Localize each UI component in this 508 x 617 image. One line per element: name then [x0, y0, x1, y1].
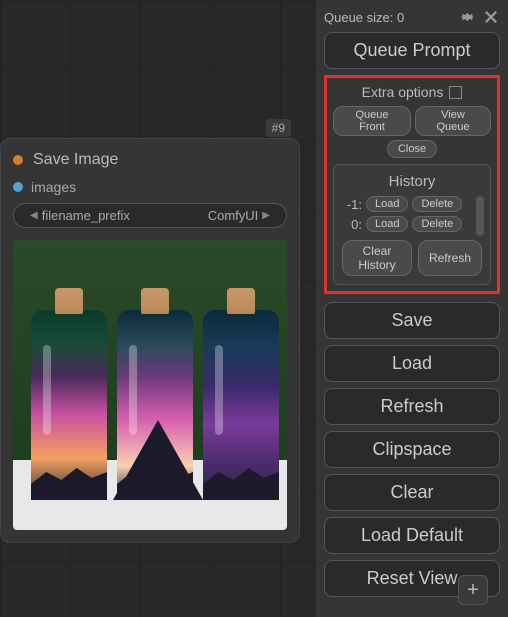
close-icon[interactable] — [482, 8, 500, 26]
extra-options-checkbox[interactable] — [449, 86, 462, 99]
scrollbar[interactable] — [476, 196, 484, 236]
field-value: ComfyUI — [208, 208, 259, 223]
clipspace-button[interactable]: Clipspace — [324, 431, 500, 468]
queue-prompt-button[interactable]: Queue Prompt — [324, 32, 500, 69]
clear-button[interactable]: Clear — [324, 474, 500, 511]
load-default-button[interactable]: Load Default — [324, 517, 500, 554]
add-button[interactable]: + — [458, 575, 488, 605]
canvas-area[interactable]: #9 Save Image images ◀ filename_prefix C… — [0, 0, 316, 617]
queue-size-label: Queue size: 0 — [324, 10, 404, 25]
chevron-right-icon[interactable]: ▶ — [258, 210, 274, 221]
clear-history-button[interactable]: Clear History — [342, 240, 412, 276]
highlight-box: Extra options Queue Front View Queue Clo… — [324, 75, 500, 294]
history-delete-button[interactable]: Delete — [412, 196, 462, 212]
history-item: -1: Load Delete — [342, 196, 472, 212]
node-header[interactable]: Save Image — [13, 151, 287, 169]
save-image-node[interactable]: #9 Save Image images ◀ filename_prefix C… — [0, 138, 300, 543]
close-button[interactable]: Close — [387, 140, 437, 158]
save-button[interactable]: Save — [324, 302, 500, 339]
node-status-dot — [13, 155, 23, 165]
queue-front-button[interactable]: Queue Front — [333, 106, 411, 136]
refresh-button[interactable]: Refresh — [324, 388, 500, 425]
plus-icon: + — [467, 579, 479, 602]
history-index: 0: — [342, 217, 362, 232]
filename-prefix-field[interactable]: ◀ filename_prefix ComfyUI ▶ — [13, 203, 287, 228]
chevron-left-icon[interactable]: ◀ — [26, 210, 42, 221]
history-item: 0: Load Delete — [342, 216, 472, 232]
history-load-button[interactable]: Load — [366, 216, 408, 232]
field-label: filename_prefix — [42, 208, 130, 223]
refresh-history-button[interactable]: Refresh — [418, 240, 482, 276]
gear-icon[interactable] — [458, 8, 476, 26]
history-delete-button[interactable]: Delete — [412, 216, 462, 232]
history-title: History — [342, 173, 482, 190]
history-load-button[interactable]: Load — [366, 196, 408, 212]
sidebar-panel: Queue size: 0 Queue Prompt Extra options… — [316, 0, 508, 617]
image-preview[interactable] — [13, 240, 287, 530]
load-button[interactable]: Load — [324, 345, 500, 382]
history-index: -1: — [342, 197, 362, 212]
input-label: images — [31, 179, 76, 195]
node-id-badge: #9 — [266, 119, 291, 137]
history-panel: History -1: Load Delete 0: Load Delete C… — [333, 164, 491, 285]
view-queue-button[interactable]: View Queue — [415, 106, 491, 136]
input-port-icon[interactable] — [13, 182, 23, 192]
node-title-text: Save Image — [33, 151, 118, 169]
extra-options-label: Extra options — [362, 84, 444, 100]
node-input-row: images — [13, 179, 287, 195]
